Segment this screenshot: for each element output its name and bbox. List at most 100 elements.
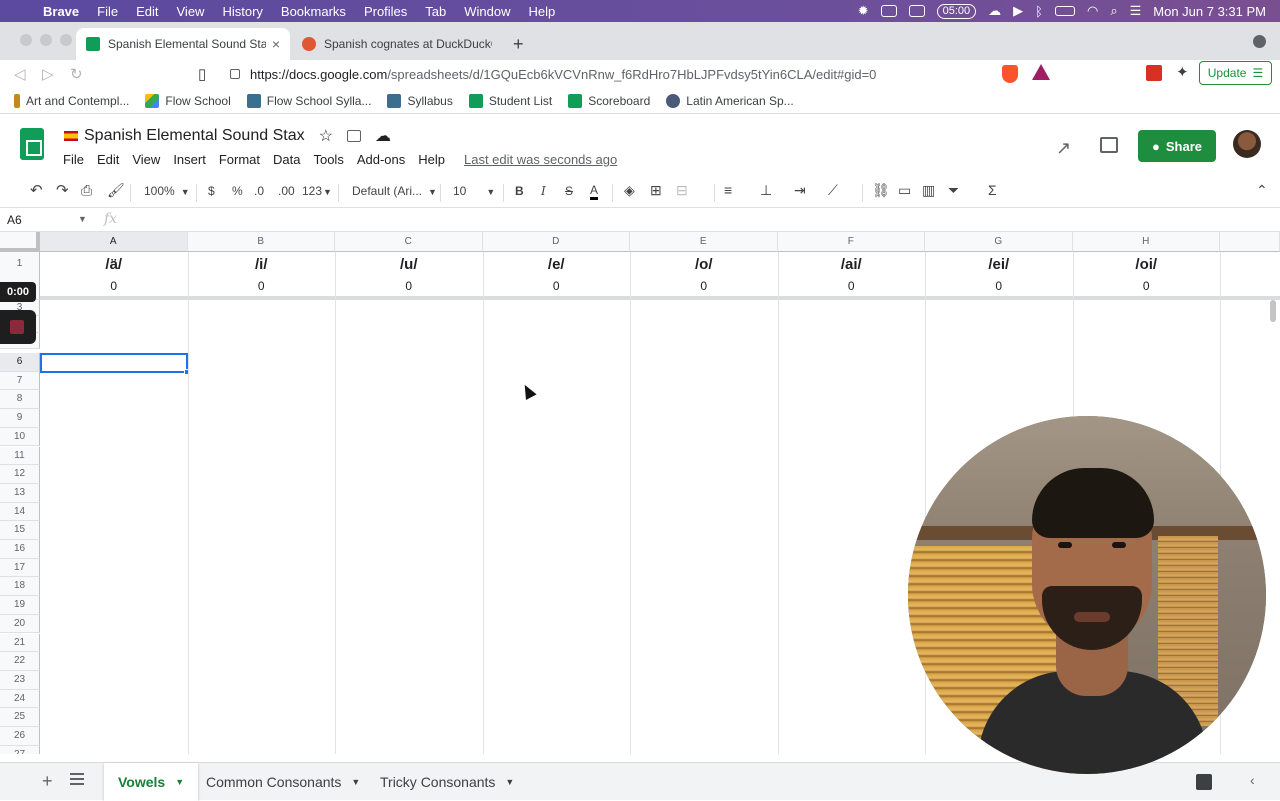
text-rotation-icon[interactable]: ⟋ — [828, 182, 838, 199]
row-header[interactable]: 13 — [0, 483, 40, 503]
minimize-window-button[interactable] — [40, 34, 52, 46]
text-color-button[interactable]: A — [590, 184, 599, 200]
menu-view[interactable]: View — [132, 152, 160, 167]
menu-tools[interactable]: Tools — [313, 152, 343, 167]
column-header[interactable]: D — [482, 232, 630, 252]
count-cell[interactable]: 0 — [630, 279, 778, 293]
header-cell[interactable]: /i/ — [188, 256, 336, 273]
paint-format-icon[interactable]: 🖌 — [107, 182, 125, 199]
functions-icon[interactable]: Σ — [988, 182, 997, 198]
bookmark-student-list[interactable]: Student List — [468, 93, 552, 108]
column-header[interactable]: E — [630, 232, 778, 252]
count-cell[interactable]: 0 — [483, 279, 631, 293]
lock-icon[interactable] — [230, 69, 240, 79]
count-cell[interactable]: 0 — [335, 279, 483, 293]
align-left-icon[interactable]: ≡ — [724, 182, 732, 198]
avatar[interactable] — [1233, 130, 1261, 158]
bookmark-syllabus[interactable]: Syllabus — [387, 93, 453, 108]
explore-icon[interactable] — [1196, 774, 1212, 790]
menu-edit[interactable]: Edit — [97, 152, 119, 167]
close-tab-icon[interactable]: × — [272, 36, 280, 52]
row-header[interactable]: 18 — [0, 577, 40, 597]
menu-addons[interactable]: Add-ons — [357, 152, 405, 167]
share-button[interactable]: ● Share — [1138, 130, 1216, 162]
menu-format[interactable]: Format — [219, 152, 260, 167]
strikethrough-button[interactable]: S — [565, 184, 573, 198]
decrease-decimal-button[interactable]: .0 — [254, 184, 264, 198]
redo-icon[interactable]: ↷ — [56, 181, 69, 199]
header-cell[interactable]: /o/ — [630, 256, 778, 273]
row-header[interactable]: 26 — [0, 727, 40, 746]
brave-shields-icon[interactable] — [1002, 65, 1018, 83]
currency-format-button[interactable]: $ — [208, 184, 215, 198]
move-folder-icon[interactable] — [346, 130, 361, 142]
brave-rewards-icon[interactable] — [1032, 64, 1050, 80]
menu-file[interactable]: File — [63, 152, 84, 167]
back-icon[interactable]: ◁ — [14, 65, 26, 83]
tab-search-icon[interactable] — [1253, 35, 1266, 48]
timer-status[interactable]: 05:00 — [936, 3, 977, 19]
zoom-select[interactable]: 100% ▼ — [144, 184, 190, 198]
row-header[interactable]: 24 — [0, 689, 40, 709]
header-cell[interactable]: /ä/ — [40, 256, 188, 273]
column-header[interactable]: H — [1072, 232, 1220, 252]
row-header[interactable]: 17 — [0, 558, 40, 578]
row-header[interactable]: 21 — [0, 633, 40, 653]
merge-cells-icon[interactable]: ⊟ — [676, 182, 688, 199]
column-header[interactable]: A — [40, 232, 188, 252]
row-header[interactable]: 19 — [0, 596, 40, 615]
row-header[interactable]: 9 — [0, 409, 40, 428]
increase-decimal-button[interactable]: .00 — [278, 184, 295, 198]
column-header[interactable]: F — [777, 232, 925, 252]
bold-button[interactable]: B — [515, 184, 524, 198]
bookmark-scoreboard[interactable]: Scoreboard — [568, 93, 650, 108]
zoom-status-icon[interactable] — [880, 5, 897, 17]
menu-help[interactable]: Help — [418, 152, 445, 167]
camera-status-icon[interactable] — [908, 5, 925, 17]
more-formats-select[interactable]: 123▼ — [302, 184, 332, 198]
wifi-icon[interactable]: ◠ — [1087, 3, 1098, 19]
fill-color-icon[interactable]: ◈ — [624, 182, 635, 199]
row-header[interactable]: 15 — [0, 521, 40, 540]
vertical-align-icon[interactable]: ⊥ — [760, 182, 772, 199]
sheet-tab-tricky-consonants[interactable]: Tricky Consonants ▼ — [366, 763, 528, 801]
borders-icon[interactable]: ⊞ — [650, 182, 662, 199]
bookmark-flow-syllabus[interactable]: Flow School Sylla... — [246, 93, 371, 108]
last-edit-link[interactable]: Last edit was seconds ago — [464, 152, 617, 167]
font-size-select[interactable]: 10 ▼ — [453, 184, 495, 198]
control-center-icon[interactable]: ☰ — [1130, 3, 1142, 19]
row-header[interactable]: 25 — [0, 708, 40, 727]
row-header[interactable]: 22 — [0, 652, 40, 671]
tab-sheets[interactable]: Spanish Elemental Sound Stax × — [76, 28, 290, 60]
mac-menu-history[interactable]: History — [213, 4, 271, 19]
cloud-icon[interactable]: ☁ — [988, 3, 1001, 19]
row-header[interactable]: 11 — [0, 446, 40, 466]
text-wrap-icon[interactable]: ⇥ — [794, 182, 806, 199]
undo-icon[interactable]: ↶ — [30, 181, 43, 199]
mac-menu-window[interactable]: Window — [455, 4, 519, 19]
insert-comment-icon[interactable]: ▭ — [898, 182, 911, 199]
forward-icon[interactable]: ▷ — [42, 65, 54, 83]
mac-menu-file[interactable]: File — [88, 4, 127, 19]
count-cell[interactable]: 0 — [925, 279, 1073, 293]
row-header[interactable]: 10 — [0, 427, 40, 447]
column-header[interactable]: B — [187, 232, 335, 252]
menu-insert[interactable]: Insert — [173, 152, 206, 167]
count-cell[interactable]: 0 — [40, 279, 188, 293]
row-header[interactable]: 12 — [0, 465, 40, 484]
comments-icon[interactable] — [1100, 137, 1118, 153]
search-icon[interactable]: ⌕ — [1110, 3, 1117, 19]
percent-format-button[interactable]: % — [232, 184, 243, 198]
extensions-icon[interactable]: ✦ — [1176, 63, 1189, 81]
update-button[interactable]: Update ☰ — [1199, 61, 1272, 85]
datetime[interactable]: Mon Jun 7 3:31 PM — [1153, 4, 1266, 19]
reload-icon[interactable]: ↻ — [70, 65, 83, 83]
insert-chart-icon[interactable]: ▥ — [922, 182, 935, 199]
header-cell[interactable]: /e/ — [483, 256, 631, 273]
bookmark-art[interactable]: Art and Contempl... — [14, 93, 129, 108]
row-header[interactable]: 20 — [0, 614, 40, 634]
maximize-window-button[interactable] — [60, 34, 72, 46]
row-header[interactable]: 6 — [0, 353, 40, 372]
stop-recording-button[interactable] — [0, 310, 36, 344]
row-header[interactable]: 7 — [0, 371, 40, 391]
